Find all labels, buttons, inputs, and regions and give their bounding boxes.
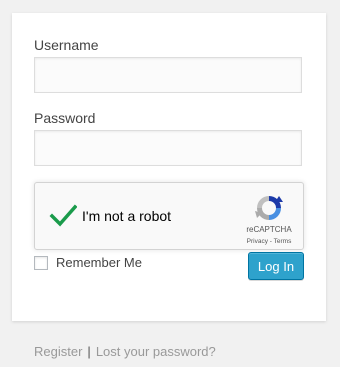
register-link[interactable]: Register [34, 344, 82, 359]
recaptcha-terms-link[interactable]: Privacy - Terms [235, 238, 303, 245]
recaptcha-logo-icon [253, 192, 285, 224]
username-label: Username [34, 37, 99, 53]
username-input[interactable] [34, 57, 302, 93]
login-form: Username Password I'm not a robot reCAPT… [12, 13, 326, 321]
login-button[interactable]: Log In [248, 252, 304, 280]
remember-label: Remember Me [56, 255, 142, 270]
recaptcha-widget: I'm not a robot reCAPTCHA Privacy - Term… [34, 182, 304, 250]
password-input[interactable] [34, 130, 302, 166]
footer-nav: Register | Lost your password? [34, 344, 216, 359]
recaptcha-label: I'm not a robot [82, 208, 172, 224]
lost-password-link[interactable]: Lost your password? [96, 344, 216, 359]
recaptcha-checkbox[interactable] [49, 202, 78, 230]
recaptcha-brand: reCAPTCHA [246, 225, 292, 234]
remember-checkbox[interactable] [34, 255, 48, 270]
password-label: Password [34, 110, 96, 126]
remember-me[interactable]: Remember Me [34, 255, 142, 270]
nav-separator: | [87, 344, 91, 359]
checkmark-icon [49, 204, 78, 227]
